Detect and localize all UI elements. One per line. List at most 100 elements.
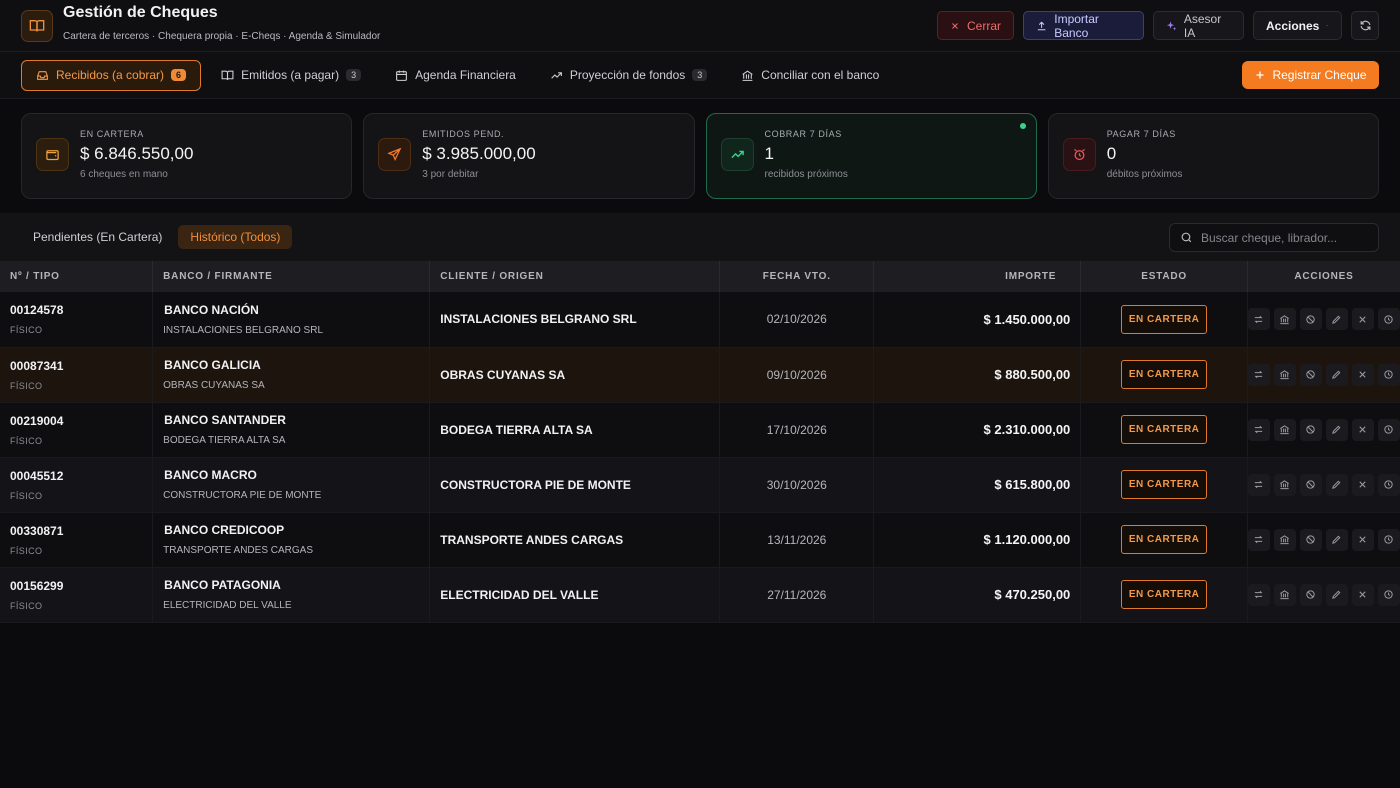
transfer-action-button[interactable] bbox=[1247, 528, 1270, 551]
table-header-row: Nº / TIPO BANCO / FIRMANTE CLIENTE / ORI… bbox=[0, 261, 1400, 292]
stat-value: $ 6.846.550,00 bbox=[80, 144, 194, 163]
history-action-button[interactable] bbox=[1377, 363, 1400, 386]
bank-icon bbox=[1280, 480, 1290, 490]
transfer-action-button[interactable] bbox=[1247, 583, 1270, 606]
tab-projection[interactable]: Proyección de fondos 3 bbox=[536, 60, 721, 91]
transfer-action-button[interactable] bbox=[1247, 363, 1270, 386]
col-header-status[interactable]: ESTADO bbox=[1080, 261, 1248, 292]
stat-card-pay-7d: PAGAR 7 DÍAS 0 débitos próximos bbox=[1047, 113, 1379, 199]
tab-received-badge: 6 bbox=[171, 69, 187, 81]
deposit-action-button[interactable] bbox=[1273, 583, 1296, 606]
tab-issued[interactable]: Emitidos (a pagar) 3 bbox=[207, 60, 375, 91]
deposit-action-button[interactable] bbox=[1273, 308, 1296, 331]
history-action-button[interactable] bbox=[1377, 528, 1400, 551]
chevron-down-icon bbox=[1326, 25, 1329, 27]
reject-action-button[interactable] bbox=[1299, 308, 1322, 331]
due-date: 13/11/2026 bbox=[719, 512, 875, 567]
pencil-icon bbox=[1332, 370, 1341, 379]
table-row[interactable]: 00219004 FÍSICO BANCO SANTANDER BODEGA TIE… bbox=[0, 402, 1400, 457]
delete-action-button[interactable] bbox=[1351, 583, 1374, 606]
transfer-action-button[interactable] bbox=[1247, 418, 1270, 441]
table-row[interactable]: 00124578 FÍSICO BANCO NACIÓN INSTALACIONES… bbox=[0, 292, 1400, 347]
history-action-button[interactable] bbox=[1377, 418, 1400, 441]
actions-label: Acciones bbox=[1266, 18, 1320, 33]
reject-action-button[interactable] bbox=[1299, 583, 1322, 606]
actions-dropdown[interactable]: Acciones bbox=[1253, 11, 1342, 40]
check-type: FÍSICO bbox=[10, 545, 43, 556]
search-placeholder: Buscar cheque, librador... bbox=[1201, 230, 1338, 245]
table-row[interactable]: 00156299 FÍSICO BANCO PATAGONIA ELECTRICID… bbox=[0, 567, 1400, 622]
table-row[interactable]: 00330871 FÍSICO BANCO CREDICOOP TRANSPORTE… bbox=[0, 512, 1400, 567]
col-header-client[interactable]: CLIENTE / ORIGEN bbox=[429, 261, 721, 292]
import-bank-button[interactable]: Importar Banco bbox=[1023, 11, 1144, 40]
pencil-icon bbox=[1332, 480, 1341, 489]
edit-action-button[interactable] bbox=[1325, 473, 1348, 496]
deposit-action-button[interactable] bbox=[1273, 473, 1296, 496]
bank-name: BANCO MACRO bbox=[164, 468, 257, 482]
edit-action-button[interactable] bbox=[1325, 583, 1348, 606]
ai-advisor-button[interactable]: Asesor IA bbox=[1153, 11, 1244, 40]
edit-action-button[interactable] bbox=[1325, 308, 1348, 331]
edit-action-button[interactable] bbox=[1325, 418, 1348, 441]
tab-reconcile[interactable]: Conciliar con el banco bbox=[727, 60, 893, 91]
alarm-clock-icon bbox=[1062, 138, 1096, 171]
delete-action-button[interactable] bbox=[1351, 528, 1374, 551]
deposit-action-button[interactable] bbox=[1273, 363, 1296, 386]
check-type: FÍSICO bbox=[10, 380, 43, 391]
reject-action-button[interactable] bbox=[1299, 418, 1322, 441]
amount: $ 1.450.000,00 bbox=[873, 292, 1082, 347]
amount: $ 615.800,00 bbox=[873, 457, 1082, 512]
ban-icon bbox=[1306, 425, 1316, 434]
clock-icon bbox=[1384, 590, 1394, 599]
table-row[interactable]: 00087341 FÍSICO BANCO GALICIA OBRAS CUYANA… bbox=[0, 347, 1400, 402]
stat-sub: 3 por debitar bbox=[422, 169, 479, 180]
status-badge: EN CARTERA bbox=[1120, 360, 1208, 389]
transfer-action-button[interactable] bbox=[1247, 308, 1270, 331]
swap-icon bbox=[1255, 480, 1263, 489]
edit-action-button[interactable] bbox=[1325, 528, 1348, 551]
filter-history[interactable]: Histórico (Todos) bbox=[178, 225, 293, 249]
col-header-date[interactable]: FECHA VTO. bbox=[719, 261, 875, 292]
col-header-bank[interactable]: BANCO / FIRMANTE bbox=[152, 261, 431, 292]
refresh-button[interactable] bbox=[1351, 11, 1379, 40]
close-button[interactable]: Cerrar bbox=[937, 11, 1014, 40]
check-type: FÍSICO bbox=[10, 435, 43, 446]
client-name: INSTALACIONES BELGRANO SRL bbox=[440, 312, 637, 327]
stat-value: 1 bbox=[764, 144, 774, 163]
delete-action-button[interactable] bbox=[1351, 418, 1374, 441]
signer-name: CONSTRUCTORA PIE DE MONTE bbox=[163, 490, 322, 501]
col-header-amount[interactable]: IMPORTE bbox=[873, 261, 1082, 292]
reject-action-button[interactable] bbox=[1299, 528, 1322, 551]
bank-name: BANCO SANTANDER bbox=[164, 413, 286, 427]
transfer-action-button[interactable] bbox=[1247, 473, 1270, 496]
due-date: 09/10/2026 bbox=[719, 347, 875, 402]
status-badge: EN CARTERA bbox=[1120, 580, 1208, 609]
import-bank-label: Importar Banco bbox=[1054, 11, 1099, 40]
history-action-button[interactable] bbox=[1377, 473, 1400, 496]
stat-sub: recibidos próximos bbox=[764, 169, 848, 180]
register-check-button[interactable]: Registrar Cheque bbox=[1242, 61, 1379, 89]
tab-received[interactable]: Recibidos (a cobrar) 6 bbox=[21, 59, 202, 91]
history-action-button[interactable] bbox=[1377, 583, 1400, 606]
history-action-button[interactable] bbox=[1377, 308, 1400, 331]
amount: $ 470.250,00 bbox=[873, 567, 1082, 622]
check-type: FÍSICO bbox=[10, 600, 43, 611]
deposit-action-button[interactable] bbox=[1273, 418, 1296, 441]
table-row[interactable]: 00045512 FÍSICO BANCO MACRO CONSTRUCTORA P… bbox=[0, 457, 1400, 512]
bank-icon bbox=[1280, 314, 1290, 324]
app-header: Gestión de Cheques Cartera de terceros ·… bbox=[0, 0, 1400, 52]
refresh-icon bbox=[1360, 20, 1370, 31]
delete-action-button[interactable] bbox=[1351, 308, 1374, 331]
stat-label: COBRAR 7 DÍAS bbox=[764, 129, 842, 139]
reject-action-button[interactable] bbox=[1299, 473, 1322, 496]
filter-pending[interactable]: Pendientes (En Cartera) bbox=[21, 225, 174, 249]
deposit-action-button[interactable] bbox=[1273, 528, 1296, 551]
col-header-number[interactable]: Nº / TIPO bbox=[0, 261, 154, 292]
edit-action-button[interactable] bbox=[1325, 363, 1348, 386]
delete-action-button[interactable] bbox=[1351, 473, 1374, 496]
search-input[interactable]: Buscar cheque, librador... bbox=[1169, 223, 1379, 252]
delete-action-button[interactable] bbox=[1351, 363, 1374, 386]
tab-agenda[interactable]: Agenda Financiera bbox=[381, 60, 530, 91]
book-open-icon bbox=[21, 9, 53, 42]
reject-action-button[interactable] bbox=[1299, 363, 1322, 386]
